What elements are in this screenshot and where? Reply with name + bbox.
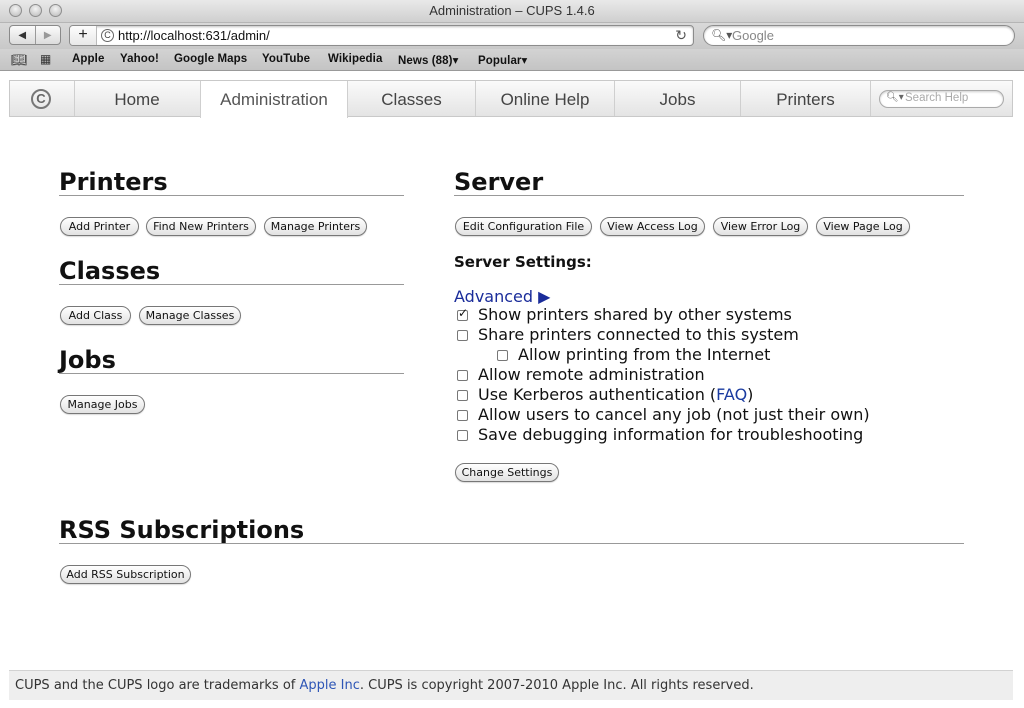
tab-home[interactable]: Home	[74, 81, 201, 116]
add-rss-subscription-button[interactable]: Add RSS Subscription	[60, 565, 191, 584]
url-field[interactable]: http://localhost:631/admin/	[118, 28, 270, 43]
option-label-suffix: )	[747, 385, 754, 404]
bookmark-news[interactable]: News (88)▾	[398, 53, 458, 67]
add-bookmark-button[interactable]: +	[70, 26, 97, 45]
option-remote-administration[interactable]: Allow remote administration	[457, 365, 705, 384]
web-search-field[interactable]: 🔍︎▾ Google	[703, 25, 1015, 46]
window-title: Administration – CUPS 1.4.6	[429, 3, 595, 18]
option-label: Allow users to cancel any job (not just …	[478, 405, 870, 424]
tab-printers[interactable]: Printers	[741, 81, 871, 116]
change-settings-button[interactable]: Change Settings	[455, 463, 559, 482]
debug-logging-checkbox[interactable]	[457, 430, 468, 441]
option-share-printers[interactable]: Share printers connected to this system	[457, 325, 799, 344]
view-page-log-button[interactable]: View Page Log	[816, 217, 910, 236]
browser-toolbar: ◀ ▶ + C http://localhost:631/admin/ ↻ 🔍︎…	[0, 23, 1024, 49]
option-show-shared-printers[interactable]: Show printers shared by other systems	[457, 305, 792, 324]
reading-list-icon[interactable]: 📖︎	[11, 52, 28, 68]
option-label: Allow printing from the Internet	[518, 345, 771, 364]
option-cancel-any-job[interactable]: Allow users to cancel any job (not just …	[457, 405, 870, 424]
help-search-placeholder: Search Help	[905, 92, 969, 104]
footer-text: CUPS and the CUPS logo are trademarks of	[15, 678, 300, 693]
classes-heading: Classes	[59, 257, 404, 285]
search-icon: 🔍︎▾	[886, 92, 904, 103]
add-printer-button[interactable]: Add Printer	[60, 217, 139, 236]
add-class-button[interactable]: Add Class	[60, 306, 131, 325]
window-titlebar: Administration – CUPS 1.4.6	[0, 0, 1024, 23]
cancel-any-job-checkbox[interactable]	[457, 410, 468, 421]
find-new-printers-button[interactable]: Find New Printers	[146, 217, 256, 236]
advanced-toggle-link[interactable]: Advanced ▶	[454, 287, 550, 306]
bookmark-youtube[interactable]: YouTube	[262, 53, 310, 65]
manage-printers-button[interactable]: Manage Printers	[264, 217, 367, 236]
option-label: Allow remote administration	[478, 365, 705, 384]
bookmark-popular[interactable]: Popular▾	[478, 53, 527, 67]
top-sites-icon[interactable]: ▦	[40, 52, 51, 66]
bookmark-wikipedia[interactable]: Wikipedia	[328, 53, 382, 65]
manage-jobs-button[interactable]: Manage Jobs	[60, 395, 145, 414]
bookmark-yahoo[interactable]: Yahoo!	[120, 53, 159, 65]
edit-configuration-file-button[interactable]: Edit Configuration File	[455, 217, 592, 236]
forward-button[interactable]: ▶	[34, 26, 61, 44]
manage-classes-button[interactable]: Manage Classes	[139, 306, 241, 325]
history-buttons: ◀ ▶	[9, 25, 61, 45]
option-label: Share printers connected to this system	[478, 325, 799, 344]
option-kerberos[interactable]: Use Kerberos authentication (FAQ)	[457, 385, 753, 404]
server-settings-label: Server Settings:	[454, 253, 592, 271]
help-search-field[interactable]: 🔍︎▾ Search Help	[879, 90, 1004, 108]
site-favicon-icon: C	[101, 29, 114, 42]
show-shared-printers-checkbox[interactable]	[457, 306, 468, 321]
search-icon: 🔍︎▾	[711, 28, 733, 42]
tab-online-help[interactable]: Online Help	[476, 81, 615, 116]
printers-heading: Printers	[59, 168, 404, 196]
bookmark-google-maps[interactable]: Google Maps	[174, 53, 247, 65]
option-label: Use Kerberos authentication (	[478, 385, 717, 404]
option-label: Show printers shared by other systems	[478, 305, 792, 324]
footer-text-end: . CUPS is copyright 2007-2010 Apple Inc.…	[359, 678, 754, 693]
remote-administration-checkbox[interactable]	[457, 370, 468, 381]
allow-internet-printing-checkbox[interactable]	[497, 350, 508, 361]
kerberos-checkbox[interactable]	[457, 390, 468, 401]
view-error-log-button[interactable]: View Error Log	[713, 217, 808, 236]
cups-logo-cell[interactable]: C	[10, 81, 75, 116]
view-access-log-button[interactable]: View Access Log	[600, 217, 705, 236]
reload-icon[interactable]: ↻	[675, 27, 687, 44]
bookmarks-bar: 📖︎ ▦ Apple Yahoo! Google Maps YouTube Wi…	[0, 49, 1024, 71]
option-debug-logging[interactable]: Save debugging information for troublesh…	[457, 425, 863, 444]
kerberos-faq-link[interactable]: FAQ	[716, 385, 747, 404]
bookmark-apple[interactable]: Apple	[72, 53, 104, 65]
cups-tab-bar: C Home Administration Classes Online Hel…	[9, 80, 1013, 118]
back-button[interactable]: ◀	[10, 26, 35, 44]
tab-jobs[interactable]: Jobs	[615, 81, 741, 116]
tab-classes[interactable]: Classes	[348, 81, 476, 116]
server-heading: Server	[454, 168, 964, 196]
jobs-heading: Jobs	[59, 346, 404, 374]
rss-subscriptions-heading: RSS Subscriptions	[59, 516, 964, 544]
address-bar[interactable]: + C http://localhost:631/admin/ ↻	[69, 25, 694, 46]
cups-logo-icon: C	[31, 89, 51, 109]
web-search-placeholder: Google	[732, 28, 774, 43]
apple-inc-link[interactable]: Apple Inc	[299, 678, 359, 693]
tab-administration[interactable]: Administration	[200, 81, 348, 118]
option-allow-internet-printing[interactable]: Allow printing from the Internet	[497, 345, 770, 364]
share-printers-checkbox[interactable]	[457, 330, 468, 341]
page-footer: CUPS and the CUPS logo are trademarks of…	[9, 670, 1013, 700]
option-label: Save debugging information for troublesh…	[478, 425, 864, 444]
